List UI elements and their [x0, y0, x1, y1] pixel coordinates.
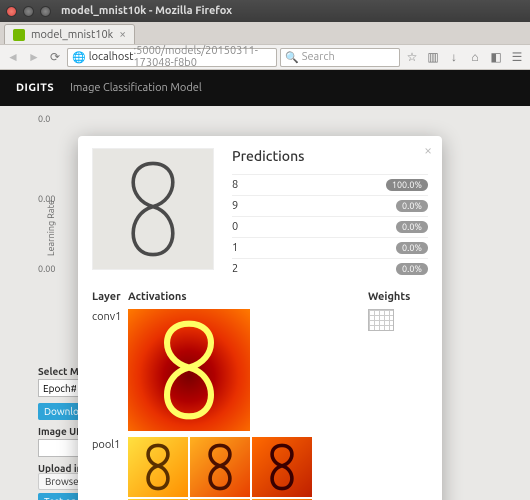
prediction-label: 1: [232, 242, 396, 254]
prediction-row: 8 100.0%: [232, 174, 428, 195]
window-close-button[interactable]: [6, 6, 17, 17]
layer-name: conv1: [92, 309, 128, 431]
weights-thumbnail: [368, 309, 394, 331]
browser-tab[interactable]: model_mnist10k ×: [4, 24, 135, 44]
search-placeholder: Search: [302, 51, 335, 63]
pool-cell: [128, 437, 188, 497]
col-activations-header: Activations: [128, 291, 368, 303]
url-host: localhost: [89, 51, 134, 63]
pool-cell: [252, 437, 312, 497]
app-brand[interactable]: DIGITS: [16, 82, 54, 94]
back-button[interactable]: ◄: [4, 48, 22, 66]
reload-button[interactable]: ⟳: [46, 48, 64, 66]
prediction-row: 2 0.0%: [232, 258, 428, 279]
pool1-activation-grid: [128, 437, 368, 500]
browser-tab-bar: model_mnist10k ×: [0, 22, 530, 44]
downloads-icon[interactable]: ↓: [445, 48, 463, 66]
weights-area: [368, 309, 428, 431]
page-subtitle: Image Classification Model: [70, 82, 202, 94]
menu-icon[interactable]: ☰: [508, 48, 526, 66]
conv1-activation-image: [128, 309, 250, 431]
window-minimize-button[interactable]: [23, 6, 34, 17]
search-icon: 🔍: [285, 51, 299, 64]
prediction-badge: 0.0%: [396, 263, 428, 275]
predictions-panel: Predictions 8 100.0% 9 0.0% 0 0.0% 1 0.0…: [232, 148, 428, 279]
digit-eight-drawing: [93, 149, 213, 269]
layers-header: Layer Activations Weights: [92, 291, 428, 303]
prediction-label: 9: [232, 200, 396, 212]
input-thumbnail: [92, 148, 214, 270]
sidebar-icon[interactable]: ◧: [487, 48, 505, 66]
inference-modal: × Predictions 8 100.0% 9 0.0% 0: [78, 136, 442, 500]
activation-area: [128, 437, 368, 500]
search-bar[interactable]: 🔍 Search: [280, 48, 400, 67]
page-viewport: DIGITS Image Classification Model 0.0 0.…: [0, 70, 530, 500]
tab-close-icon[interactable]: ×: [119, 28, 126, 41]
prediction-row: 1 0.0%: [232, 237, 428, 258]
tab-favicon: [13, 29, 25, 41]
app-navbar: DIGITS Image Classification Model: [0, 70, 530, 106]
prediction-label: 0: [232, 221, 396, 233]
window-title: model_mnist10k - Mozilla Firefox: [61, 5, 232, 17]
globe-icon: 🌐: [72, 51, 86, 64]
modal-close-button[interactable]: ×: [424, 142, 432, 158]
tab-title: model_mnist10k: [31, 29, 113, 41]
prediction-badge: 0.0%: [396, 242, 428, 254]
col-weights-header: Weights: [368, 291, 428, 303]
pool-cell: [190, 437, 250, 497]
prediction-label: 8: [232, 179, 386, 191]
home-icon[interactable]: ⌂: [466, 48, 484, 66]
prediction-label: 2: [232, 263, 396, 275]
layer-name: pool1: [92, 437, 128, 500]
digit-eight-activation: [128, 309, 250, 431]
prediction-badge: 0.0%: [396, 200, 428, 212]
weights-area: [368, 437, 428, 500]
prediction-row: 0 0.0%: [232, 216, 428, 237]
browser-toolbar: ◄ ► ⟳ 🌐 localhost:5000/models/20150311-1…: [0, 44, 530, 70]
address-bar[interactable]: 🌐 localhost:5000/models/20150311-173048-…: [67, 48, 277, 67]
activation-area: [128, 309, 368, 431]
col-layer-header: Layer: [92, 291, 128, 303]
prediction-badge: 100.0%: [386, 179, 428, 191]
window-titlebar: model_mnist10k - Mozilla Firefox: [0, 0, 530, 22]
prediction-row: 9 0.0%: [232, 195, 428, 216]
bookmark-star-icon[interactable]: ☆: [403, 48, 421, 66]
window-maximize-button[interactable]: [40, 6, 51, 17]
layer-row: conv1: [92, 309, 428, 431]
prediction-badge: 0.0%: [396, 221, 428, 233]
layer-row: pool1: [92, 437, 428, 500]
bookmarks-icon[interactable]: ▥: [424, 48, 442, 66]
predictions-title: Predictions: [232, 148, 428, 164]
url-rest: :5000/models/20150311-173048-f8b0: [133, 45, 272, 69]
forward-button: ►: [25, 48, 43, 66]
